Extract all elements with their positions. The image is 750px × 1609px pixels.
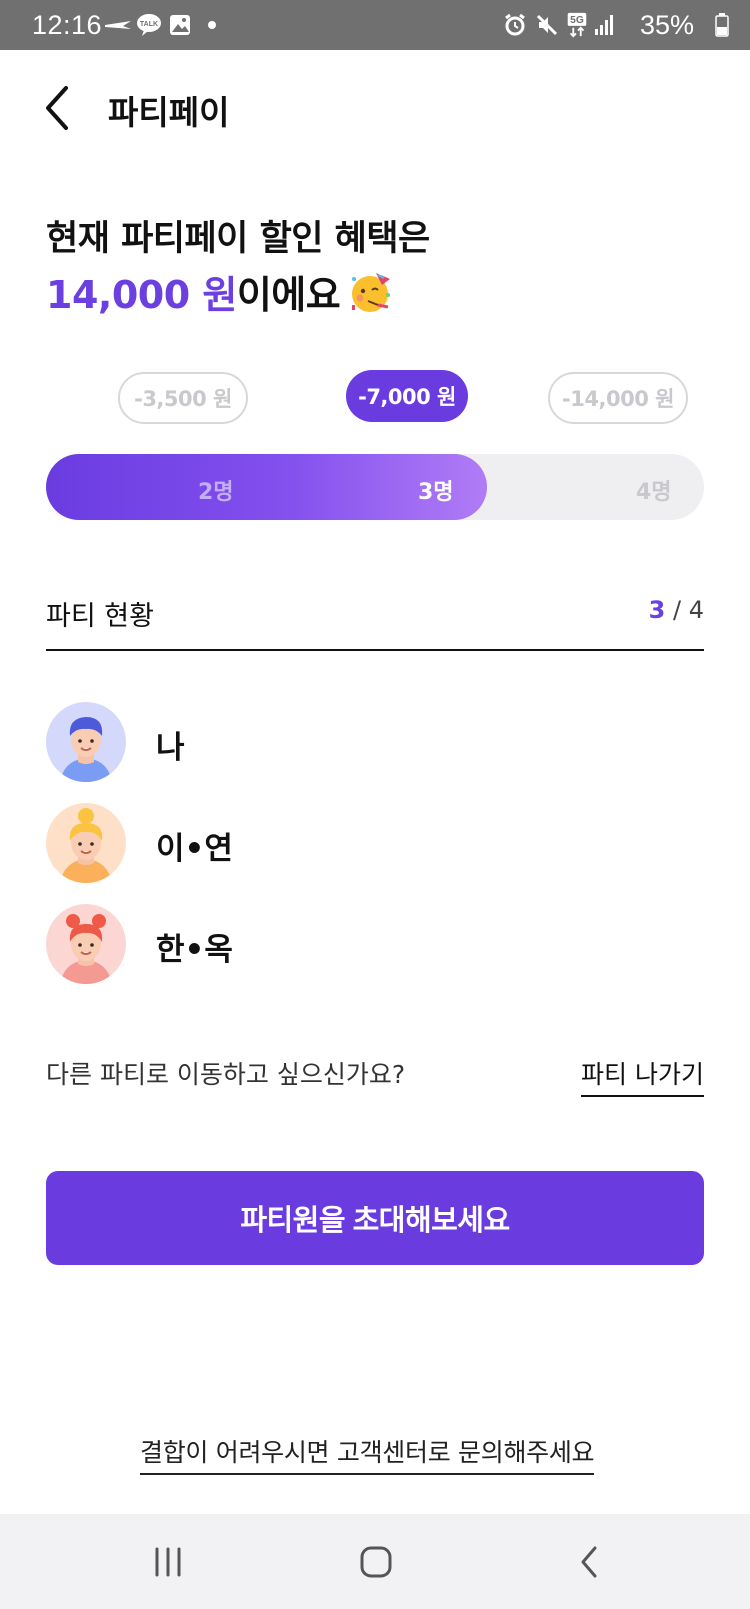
status-bar: 12:16 TALK 5G 35% bbox=[0, 0, 750, 50]
system-back-button[interactable] bbox=[560, 1538, 620, 1586]
benefit-suffix: 이에요 bbox=[236, 273, 341, 317]
recent-apps-icon bbox=[155, 1547, 181, 1577]
party-face-icon bbox=[348, 269, 394, 315]
back-button[interactable] bbox=[40, 82, 84, 134]
benefit-amount: 14,000 원 bbox=[46, 273, 237, 317]
member-row-3: 한•옥 bbox=[46, 904, 704, 984]
party-divider bbox=[46, 649, 704, 651]
dot-icon bbox=[206, 12, 218, 38]
party-status-title: 파티 현황 bbox=[46, 601, 154, 632]
discount-tier-14000[interactable]: -14,000 원 bbox=[548, 372, 688, 424]
boy-avatar-icon bbox=[46, 702, 126, 782]
page-title: 파티페이 bbox=[108, 93, 230, 132]
home-icon bbox=[360, 1546, 392, 1578]
step-label-3: 3명 bbox=[418, 480, 454, 505]
discount-tier-3500[interactable]: -3,500 원 bbox=[118, 372, 248, 424]
leave-party-link[interactable]: 파티 나가기 bbox=[581, 1055, 704, 1097]
member-row-me: 나 bbox=[46, 702, 704, 782]
chevron-left-icon bbox=[46, 86, 68, 130]
blonde-girl-avatar-icon bbox=[46, 803, 126, 883]
party-count-separator: / bbox=[665, 596, 689, 624]
battery-icon bbox=[714, 12, 730, 38]
step-label-2: 2명 bbox=[198, 480, 234, 505]
kakaotalk-icon: TALK bbox=[136, 12, 162, 38]
back-icon bbox=[581, 1546, 597, 1578]
gallery-icon bbox=[168, 12, 192, 38]
mute-icon bbox=[534, 12, 560, 38]
svg-text:5G: 5G bbox=[570, 15, 584, 26]
red-hair-girl-avatar-icon bbox=[46, 904, 126, 984]
party-member-count: 3 / 4 bbox=[649, 596, 704, 624]
benefit-headline: 현재 파티페이 할인 혜택은 bbox=[46, 219, 430, 259]
step-label-4: 4명 bbox=[636, 480, 672, 505]
recent-apps-button[interactable] bbox=[138, 1538, 198, 1586]
5g-icon: 5G bbox=[566, 12, 588, 38]
party-count-current: 3 bbox=[648, 596, 666, 624]
member-name: 한•옥 bbox=[156, 932, 233, 968]
system-nav-bar bbox=[0, 1514, 750, 1609]
benefit-amount-line: 14,000 원 이에요 bbox=[46, 264, 394, 319]
customer-center-link[interactable]: 결합이 어려우시면 고객센터로 문의해주세요 bbox=[140, 1433, 595, 1475]
alarm-icon bbox=[502, 12, 528, 38]
move-party-question: 다른 파티로 이동하고 싶으신가요? bbox=[46, 1060, 406, 1089]
member-name: 이•연 bbox=[156, 831, 233, 867]
battery-percent: 35% bbox=[640, 10, 695, 40]
home-button[interactable] bbox=[346, 1538, 406, 1586]
discount-tier-7000[interactable]: -7,000 원 bbox=[346, 370, 468, 422]
party-count-total: 4 bbox=[688, 596, 704, 624]
invite-members-button[interactable]: 파티원을 초대해보세요 bbox=[46, 1171, 704, 1265]
signal-icon bbox=[594, 12, 616, 38]
member-row-2: 이•연 bbox=[46, 803, 704, 883]
flight-app-icon bbox=[102, 12, 134, 38]
status-time: 12:16 bbox=[32, 10, 103, 40]
member-name: 나 bbox=[156, 730, 185, 766]
svg-text:TALK: TALK bbox=[140, 21, 158, 28]
